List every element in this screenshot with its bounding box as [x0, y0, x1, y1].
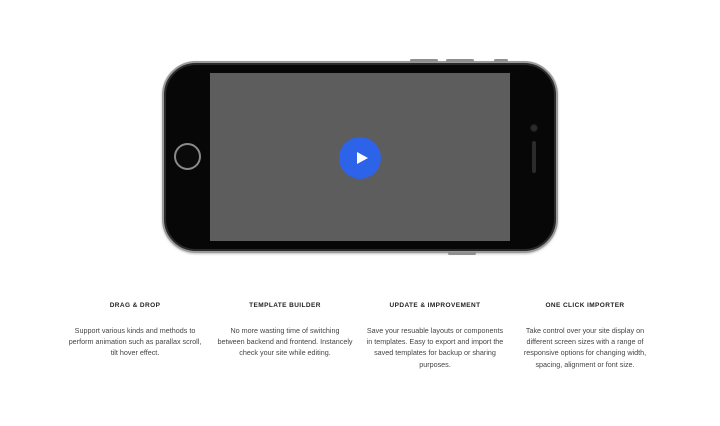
phone-side-button: [448, 252, 476, 255]
feature-update-improvement: UPDATE & IMPROVEMENT Save your resuable …: [360, 302, 510, 370]
feature-description: Save your resuable layouts or components…: [366, 326, 504, 369]
video-screen[interactable]: [210, 73, 510, 241]
phone-home-button: [174, 143, 201, 170]
feature-title: UPDATE & IMPROVEMENT: [389, 302, 481, 309]
play-button[interactable]: [339, 137, 381, 179]
phone-side-button: [410, 59, 438, 62]
feature-description: Take control over your site display on d…: [523, 326, 647, 369]
phone-camera: [531, 125, 537, 131]
feature-title: ONE CLICK IMPORTER: [545, 302, 625, 309]
play-icon: [356, 152, 368, 164]
feature-one-click-importer: ONE CLICK IMPORTER Take control over you…: [510, 302, 660, 370]
feature-description: Support various kinds and methods to per…: [68, 326, 202, 358]
phone-side-button: [494, 59, 508, 62]
phone-mockup: [162, 59, 558, 255]
phone-speaker: [532, 141, 536, 173]
feature-description: No more wasting time of switching betwee…: [217, 326, 353, 358]
feature-template-builder: TEMPLATE BUILDER No more wasting time of…: [210, 302, 360, 370]
features-row: DRAG & DROP Support various kinds and me…: [60, 302, 660, 370]
phone-side-button: [446, 59, 474, 62]
feature-title: DRAG & DROP: [109, 302, 161, 309]
feature-drag-drop: DRAG & DROP Support various kinds and me…: [60, 302, 210, 370]
feature-title: TEMPLATE BUILDER: [249, 302, 321, 309]
